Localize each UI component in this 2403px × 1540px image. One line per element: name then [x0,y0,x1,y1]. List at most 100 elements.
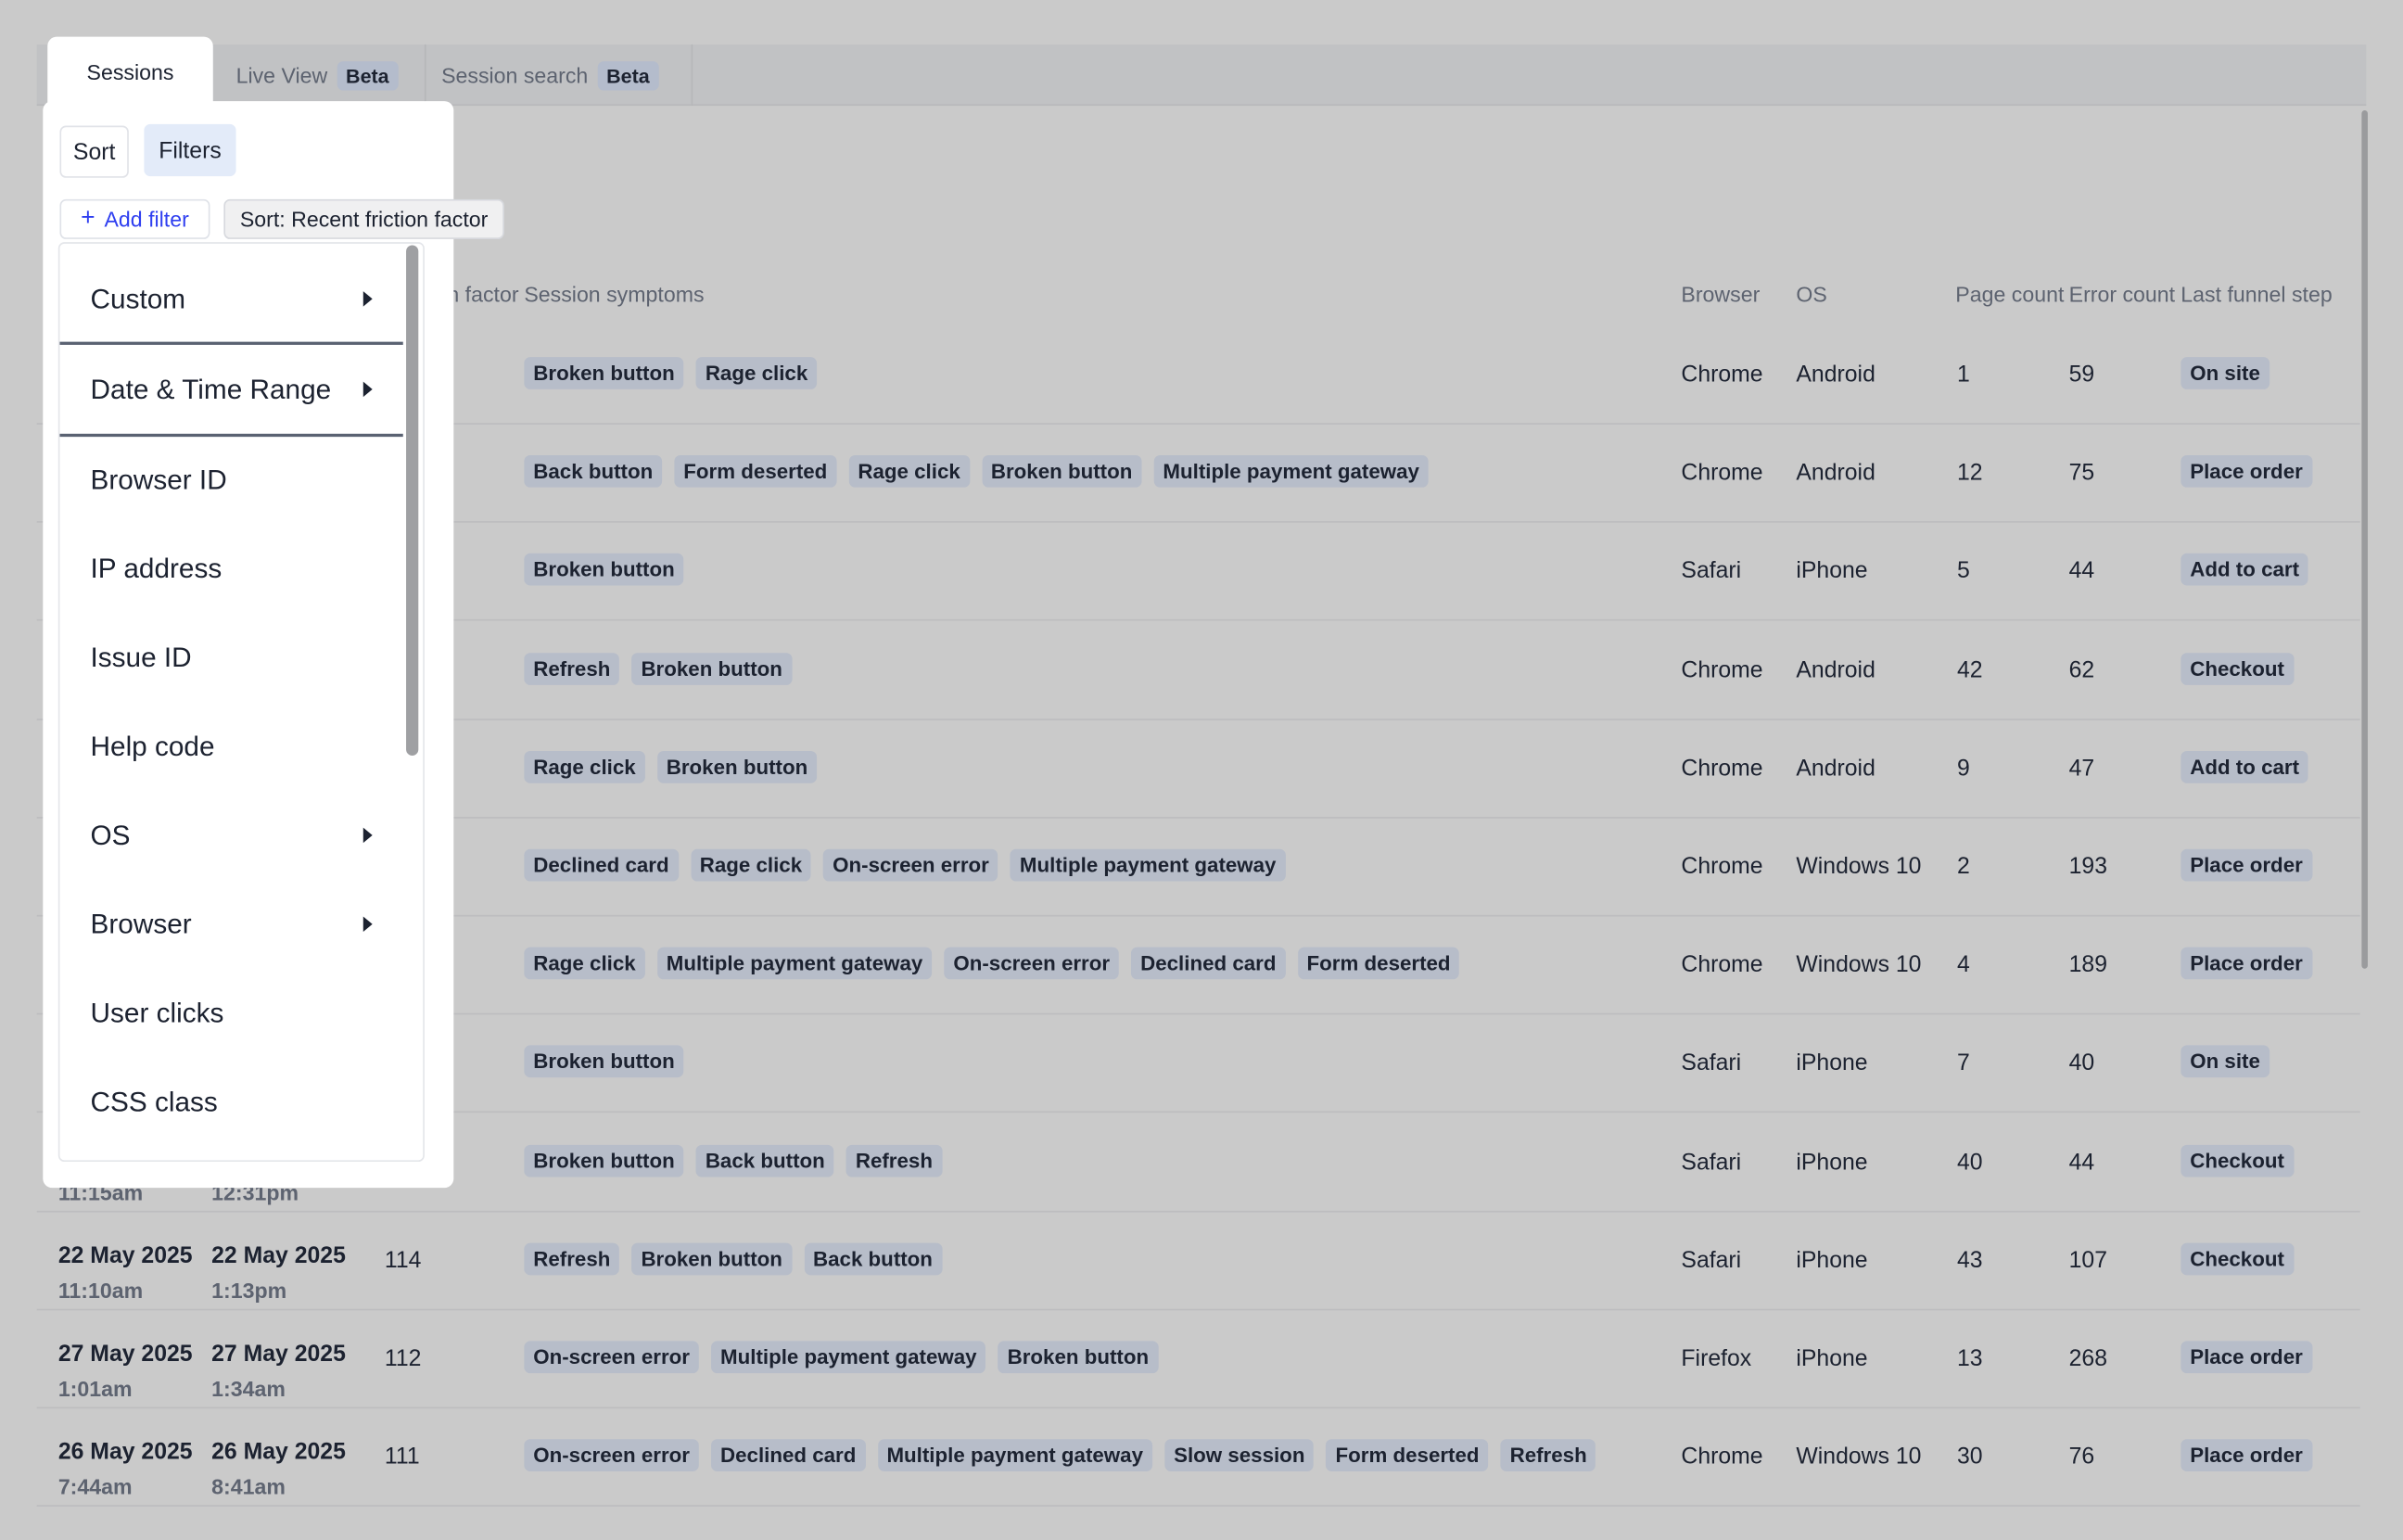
error-count-cell: 75 [2068,460,2095,487]
last-funnel-step-badge: Place order [2180,455,2312,488]
session-symptoms: Back button Form deserted Rage click Broken… [524,455,1429,488]
filter-menu-item[interactable]: Browser ID [59,435,402,524]
page-count-cell: 13 [1956,1345,1983,1372]
filter-menu-item[interactable]: Help code [59,702,402,791]
filter-menu-item[interactable]: Date & Time Range [59,345,402,434]
filter-popover: Sort Filters + Add filter Sort: Recent f… [43,101,504,1189]
symptom-tag: Back button [524,455,663,488]
session-symptoms: Rage click Broken button [524,750,818,783]
menu-divider [59,341,403,345]
browser-cell: Safari [1681,1247,1742,1274]
column-header-error-count[interactable]: Error count [2069,282,2175,306]
symptom-tag: On-screen error [944,947,1119,980]
sort-chip[interactable]: Sort: Recent friction factor [223,198,504,239]
filter-menu-item-label: User clicks [90,997,224,1028]
symptom-tag: Rage click [848,455,970,488]
add-filter-button[interactable]: + Add filter [59,198,210,239]
filter-menu-item-label: Date & Time Range [90,373,332,404]
sort-button[interactable]: Sort [59,125,129,178]
table-row[interactable]: 27 May 2025 1:01am 27 May 2025 1:34am 112 Fir… [36,1310,2360,1409]
filter-menu-item[interactable]: Custom [59,254,402,343]
filter-menu-item-label: Browser [90,908,192,939]
browser-cell: Chrome [1681,853,1763,880]
filters-button[interactable]: Filters [144,123,236,177]
page-count-cell: 42 [1956,656,1983,683]
symptom-tag: Rage click [524,750,645,783]
session-symptoms: Refresh Broken button Back button [524,1242,942,1276]
symptom-tag: Multiple payment gateway [877,1439,1152,1472]
column-header-last-funnel-step[interactable]: Last funnel step [2180,282,2332,306]
tab-live-view[interactable]: Live View Beta [221,44,426,107]
symptom-tag: Multiple payment gateway [1153,455,1429,488]
error-count-cell: 44 [2068,558,2095,585]
filter-type-menu: Custom Date & Time Range Browser ID IP addr… [57,242,425,1163]
symptom-tag: Broken button [524,357,684,389]
page-count-cell: 2 [1956,853,1970,880]
os-cell: Windows 10 [1796,1444,1922,1470]
column-header-page-count[interactable]: Page count [1955,282,2064,306]
browser-cell: Safari [1681,558,1742,585]
symptom-tag: Slow session [1164,1439,1315,1472]
browser-cell: Safari [1681,1050,1742,1077]
table-row[interactable]: 22 May 2025 11:10am 22 May 2025 1:13pm 114 Sa… [36,1212,2360,1311]
plus-icon: + [81,205,95,232]
error-count-cell: 189 [2068,951,2108,978]
browser-cell: Firefox [1681,1345,1752,1372]
symptom-tag: Rage click [524,947,645,980]
error-count-cell: 40 [2068,1050,2095,1077]
table-row[interactable]: 26 May 2025 7:44am 26 May 2025 8:41am 111 Chr… [36,1408,2360,1508]
os-cell: Android [1796,460,1875,487]
error-count-cell: 44 [2068,1149,2095,1176]
filter-menu-item[interactable]: OS [59,791,402,880]
start-date: 26 May 2025 [57,1439,193,1466]
session-symptoms: On-screen error Multiple payment gateway B… [524,1341,1159,1374]
symptom-tag: Refresh [1500,1439,1596,1472]
page-count-cell: 9 [1956,755,1970,782]
session-symptoms: Broken button [524,1046,684,1078]
start-time: 1:01am [57,1376,133,1401]
last-funnel-step-badge: Checkout [2180,652,2294,685]
start-time: 7:44am [57,1474,133,1500]
page-count-cell: 12 [1956,460,1983,487]
caret-right-icon [362,291,373,307]
tab-session-search[interactable]: Session search Beta [426,44,693,107]
filter-menu-item[interactable]: Browser [59,880,402,969]
table-scrollbar[interactable] [2361,110,2368,969]
tab-session-search-label: Session search [441,62,589,88]
filter-menu-item[interactable]: User clicks [59,969,402,1058]
session-symptoms: Broken button Back button Refresh [524,1144,942,1177]
caret-right-icon [362,827,373,844]
os-cell: iPhone [1796,558,1868,585]
browser-cell: Chrome [1681,460,1763,487]
filter-menu-item[interactable]: IP address [59,524,402,613]
filter-menu-item[interactable]: Issue ID [59,613,402,702]
error-count-cell: 268 [2068,1345,2108,1372]
column-header-os[interactable]: OS [1796,282,1826,306]
session-symptoms: Rage click Multiple payment gateway On-scr… [524,947,1460,980]
column-header-browser[interactable]: Browser [1681,282,1760,306]
tab-sessions[interactable]: Sessions [47,36,213,108]
filter-menu-item-label: CSS class [90,1086,218,1117]
symptom-tag: Broken button [524,1144,684,1177]
filter-menu-item[interactable]: CSS class [59,1058,402,1147]
page-count-cell: 1 [1956,362,1970,388]
filter-menu-scrollbar[interactable] [406,245,419,756]
column-header-session-symptoms[interactable]: Session symptoms [524,282,704,306]
os-cell: Android [1796,362,1875,388]
symptom-tag: Broken button [631,1242,792,1276]
last-funnel-step-badge: Checkout [2180,1242,2294,1276]
symptom-tag: Rage click [690,848,812,882]
browser-cell: Chrome [1681,755,1763,782]
end-time: 8:41am [211,1474,286,1500]
caret-right-icon [362,381,373,398]
browser-cell: Safari [1681,1149,1742,1176]
error-count-cell: 76 [2068,1444,2095,1470]
add-filter-label: Add filter [104,207,189,232]
symptom-tag: Refresh [524,1242,620,1276]
symptom-tag: Broken button [524,1046,684,1078]
session-symptoms: Broken button [524,554,684,587]
browser-cell: Chrome [1681,951,1763,978]
page-count-cell: 43 [1956,1247,1983,1274]
session-symptoms: Declined card Rage click On-screen error Mu… [524,848,1286,882]
filter-menu-item-label: Help code [90,730,215,761]
